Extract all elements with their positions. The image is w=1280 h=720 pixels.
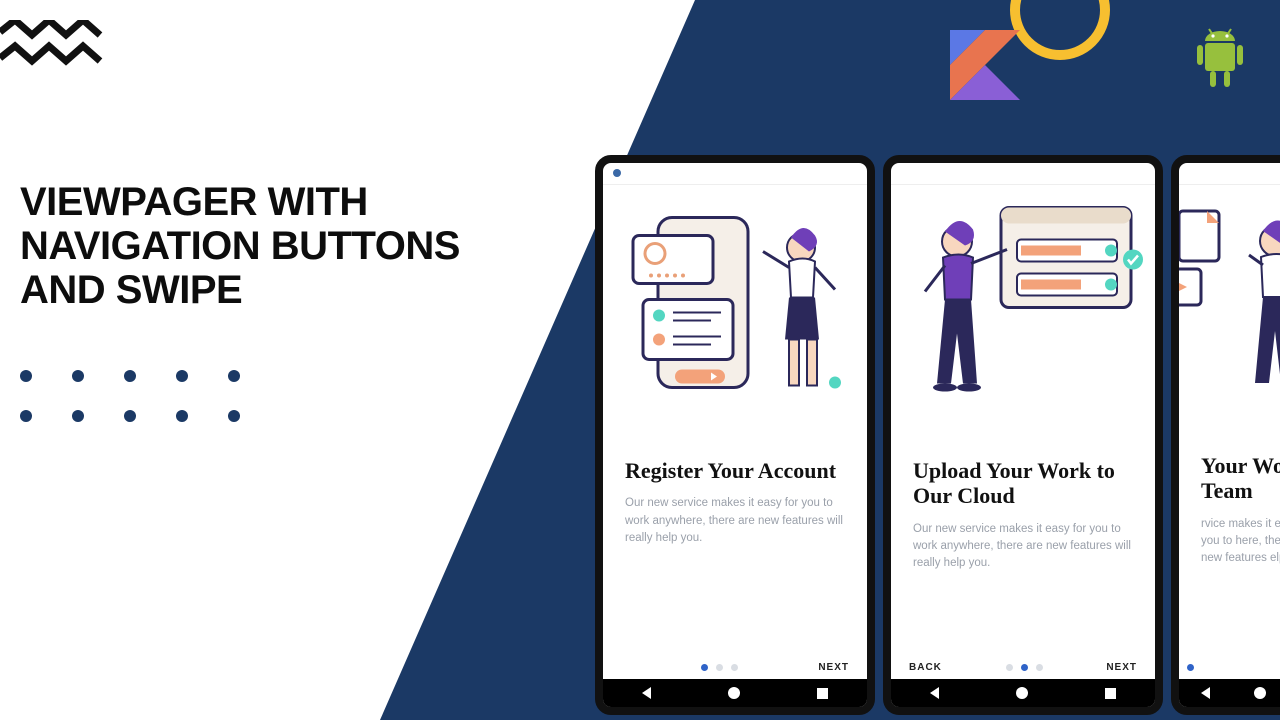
kotlin-logo-icon	[950, 30, 1020, 100]
page-indicator	[1171, 664, 1194, 671]
status-bar	[1179, 163, 1280, 185]
android-navbar[interactable]	[1179, 679, 1280, 707]
android-logo-icon	[1190, 25, 1250, 100]
nav-home-icon[interactable]	[1016, 687, 1028, 699]
android-navbar[interactable]	[891, 679, 1155, 707]
nav-back-icon[interactable]	[642, 687, 651, 699]
nav-recents-icon[interactable]	[1105, 688, 1116, 699]
phone-mockups-row: Register Your Account Our new service ma…	[595, 155, 1280, 715]
onboarding-illustration-2	[891, 185, 1155, 440]
screen-body: rvice makes it easy for you to here, the…	[1201, 516, 1280, 568]
next-button[interactable]: NEXT	[818, 662, 849, 673]
nav-recents-icon[interactable]	[817, 688, 828, 699]
screen-body: Our new service makes it easy for you to…	[913, 521, 1133, 573]
android-navbar[interactable]	[603, 679, 867, 707]
nav-home-icon[interactable]	[1254, 687, 1266, 699]
screen-heading: Upload Your Work to Our Cloud	[913, 458, 1133, 509]
phone-screen-1: Register Your Account Our new service ma…	[595, 155, 875, 715]
screen-heading: Your Work Team	[1171, 453, 1280, 504]
onboarding-illustration-1	[603, 185, 867, 440]
page-indicator	[1006, 664, 1043, 671]
phone-screen-2: Upload Your Work to Our Cloud Our new se…	[883, 155, 1163, 715]
nav-back-icon[interactable]	[1201, 687, 1210, 699]
dot-grid-decoration	[20, 370, 280, 450]
zigzag-decoration	[0, 20, 110, 75]
status-bar	[603, 163, 867, 185]
onboarding-illustration-3	[1179, 185, 1280, 435]
nav-back-icon[interactable]	[930, 687, 939, 699]
screen-heading: Register Your Account	[625, 458, 845, 483]
page-title: VIEWPAGER WITH NAVIGATION BUTTONS AND SW…	[20, 180, 540, 312]
phone-screen-3: Your Work Team rvice makes it easy for y…	[1171, 155, 1280, 715]
back-button[interactable]: BACK	[909, 662, 942, 673]
nav-home-icon[interactable]	[728, 687, 740, 699]
next-button[interactable]: NEXT	[1106, 662, 1137, 673]
page-indicator	[701, 664, 738, 671]
status-bar	[891, 163, 1155, 185]
screen-body: Our new service makes it easy for you to…	[625, 495, 845, 547]
